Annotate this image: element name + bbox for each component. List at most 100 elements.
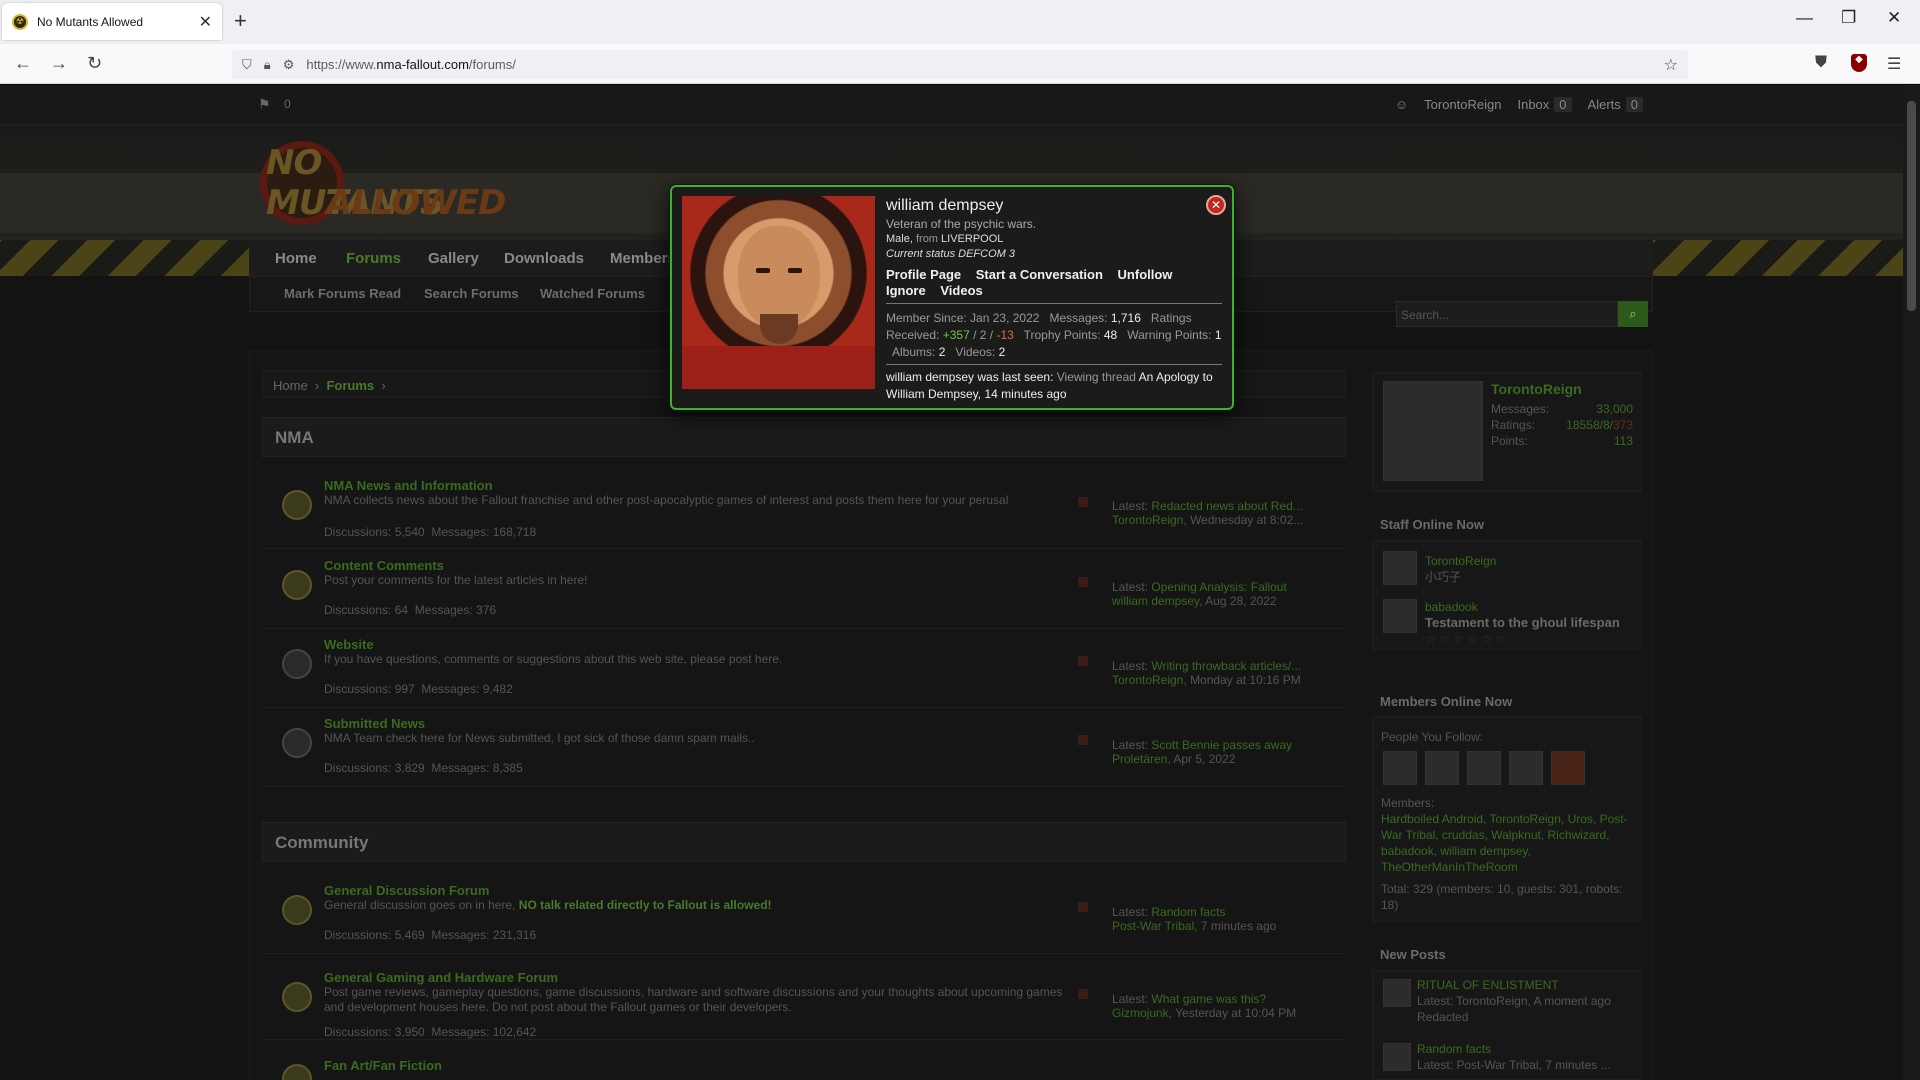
staff-online-title: Staff Online Now [1380,517,1484,532]
flag-icon[interactable]: ⚑ [258,96,271,113]
members-list[interactable]: Hardboiled Android, TorontoReign, Uros, … [1381,811,1637,875]
search-forums-link[interactable]: Search Forums [424,286,519,301]
member-name[interactable]: william dempsey [886,197,1222,215]
latest-thread-link[interactable]: Scott Bennie passes away [1151,738,1292,752]
lock-icon[interactable]: 🔒︎ [264,57,271,73]
menu-icon[interactable]: ☰ [1887,54,1901,74]
avatar[interactable] [1425,751,1459,785]
minimize-icon[interactable]: — [1796,8,1813,28]
latest-thread-link[interactable]: What game was this? [1151,992,1266,1006]
forward-icon[interactable]: → [50,53,68,74]
forum-title[interactable]: General Discussion Forum [324,883,489,898]
forum-title[interactable]: General Gaming and Hardware Forum [324,970,558,985]
breadcrumb-forums[interactable]: Forums [326,378,374,393]
tab-title: No Mutants Allowed [37,14,144,29]
start-conversation-link[interactable]: Start a Conversation [976,267,1103,282]
category-header-community[interactable]: Community [262,822,1346,862]
member-actions: Profile Page Start a Conversation Unfoll… [886,267,1222,304]
rss-icon[interactable] [1078,656,1088,666]
radiation-icon [282,570,312,600]
member-stats: Member Since: Jan 23, 2022 Messages: 1,7… [886,310,1222,365]
alerts-link[interactable]: Alerts 0 [1588,97,1643,112]
nav-forums[interactable]: Forums [346,250,401,267]
reload-icon[interactable]: ↻ [87,53,102,74]
member-location: Male, from LIVERPOOL [886,233,1004,245]
watched-forums-link[interactable]: Watched Forums [540,286,645,301]
rss-icon[interactable] [1078,497,1088,507]
hazard-stripe-left [0,240,249,276]
avatar[interactable] [1509,751,1543,785]
new-post-link[interactable]: Random facts [1417,1042,1491,1056]
browser-nav-bar: ← → ↻ ⛉ 🔒︎ ⚙ https://www.nma-fallout.com… [0,44,1920,84]
site-logo[interactable]: NO MUTANTS ALLOWED [256,131,506,231]
search-input[interactable]: Search... [1396,301,1618,327]
avatar[interactable] [1383,599,1417,633]
hazard-stripe-right [1653,240,1903,276]
rss-icon[interactable] [1078,989,1088,999]
avatar[interactable] [1551,751,1585,785]
mark-forums-read-link[interactable]: Mark Forums Read [284,286,401,301]
scrollbar-thumb[interactable] [1907,101,1916,311]
forum-title[interactable]: Content Comments [324,558,444,573]
staff-member-link[interactable]: TorontoReign [1425,554,1496,568]
nav-home[interactable]: Home [275,250,317,267]
member-status: Current status DEFCOM 3 [886,248,1015,260]
window-close-icon[interactable]: ✕ [1887,8,1901,28]
search-icon[interactable]: ⌕ [1618,301,1648,327]
browser-tab[interactable]: ☢ No Mutants Allowed ✕ [2,3,222,40]
videos-link[interactable]: Videos [940,283,982,298]
category-header-nma[interactable]: NMA [262,417,1346,457]
avatar[interactable] [1383,381,1483,481]
latest-thread-link[interactable]: Opening Analysis: Fallout [1151,580,1286,594]
staff-member-link[interactable]: babadook [1425,600,1478,614]
latest-thread-link[interactable]: Writing throwback articles/... [1151,659,1301,673]
rss-icon[interactable] [1078,902,1088,912]
radiation-icon [282,728,312,758]
close-tab-icon[interactable]: ✕ [199,12,212,32]
forum-title[interactable]: NMA News and Information [324,478,493,493]
forum-title[interactable]: Fan Art/Fan Fiction [324,1058,442,1073]
ignore-link[interactable]: Ignore [886,283,926,298]
forum-row: Submitted News NMA Team check here for N… [262,708,1346,787]
shield-icon[interactable]: ⛉ [242,57,252,73]
latest-thread-link[interactable]: Random facts [1151,905,1225,919]
ublock-icon[interactable]: ◆ [1851,54,1867,72]
avatar[interactable] [1383,1043,1411,1071]
user-avatar-icon[interactable]: ☺ [1395,97,1408,112]
unfollow-link[interactable]: Unfollow [1118,267,1173,282]
avatar[interactable] [1383,979,1411,1007]
latest-thread-link[interactable]: Redacted news about Red... [1151,499,1302,513]
restore-icon[interactable]: ❐ [1841,8,1856,28]
user-links: ☺ TorontoReign Inbox 0 Alerts 0 [1395,97,1643,112]
nav-gallery[interactable]: Gallery [428,250,479,267]
profile-name[interactable]: TorontoReign [1491,381,1582,397]
permissions-icon[interactable]: ⚙ [283,57,295,73]
forum-title[interactable]: Submitted News [324,716,425,731]
breadcrumb-home[interactable]: Home [273,378,308,393]
profile-box: TorontoReign Messages: 33,000 Ratings: 185… [1372,372,1642,492]
tooltip-body: william dempsey Veteran of the psychic w… [886,197,1222,403]
members-online-box: People You Follow: Members: Hardboiled A… [1372,716,1642,922]
new-tab-icon[interactable]: + [234,8,247,34]
inbox-link[interactable]: Inbox 0 [1517,97,1572,112]
bookmark-star-icon[interactable]: ☆ [1664,55,1678,75]
avatar[interactable] [1383,751,1417,785]
forum-title[interactable]: Website [324,637,374,652]
avatar[interactable] [1383,551,1417,585]
pocket-icon[interactable]: ⛊ [1815,54,1827,72]
profile-page-link[interactable]: Profile Page [886,267,961,282]
avatar[interactable] [1467,751,1501,785]
nav-downloads[interactable]: Downloads [504,250,584,267]
back-icon[interactable]: ← [14,53,32,74]
address-bar[interactable]: ⛉ 🔒︎ ⚙ https://www.nma-fallout.com/forum… [232,50,1688,79]
member-avatar[interactable] [682,196,875,389]
rss-icon[interactable] [1078,735,1088,745]
page-scrollbar[interactable] [1903,85,1920,1080]
rss-icon[interactable] [1078,577,1088,587]
new-post-link[interactable]: RITUAL OF ENLISTMENT [1417,978,1559,992]
url-text[interactable]: https://www.nma-fallout.com/forums/ [306,57,516,72]
nav-members[interactable]: Members [610,250,676,267]
username-link[interactable]: TorontoReign [1424,97,1501,112]
radiation-icon [282,1064,312,1080]
forum-row: General Gaming and Hardware Forum Post g… [262,962,1346,1040]
